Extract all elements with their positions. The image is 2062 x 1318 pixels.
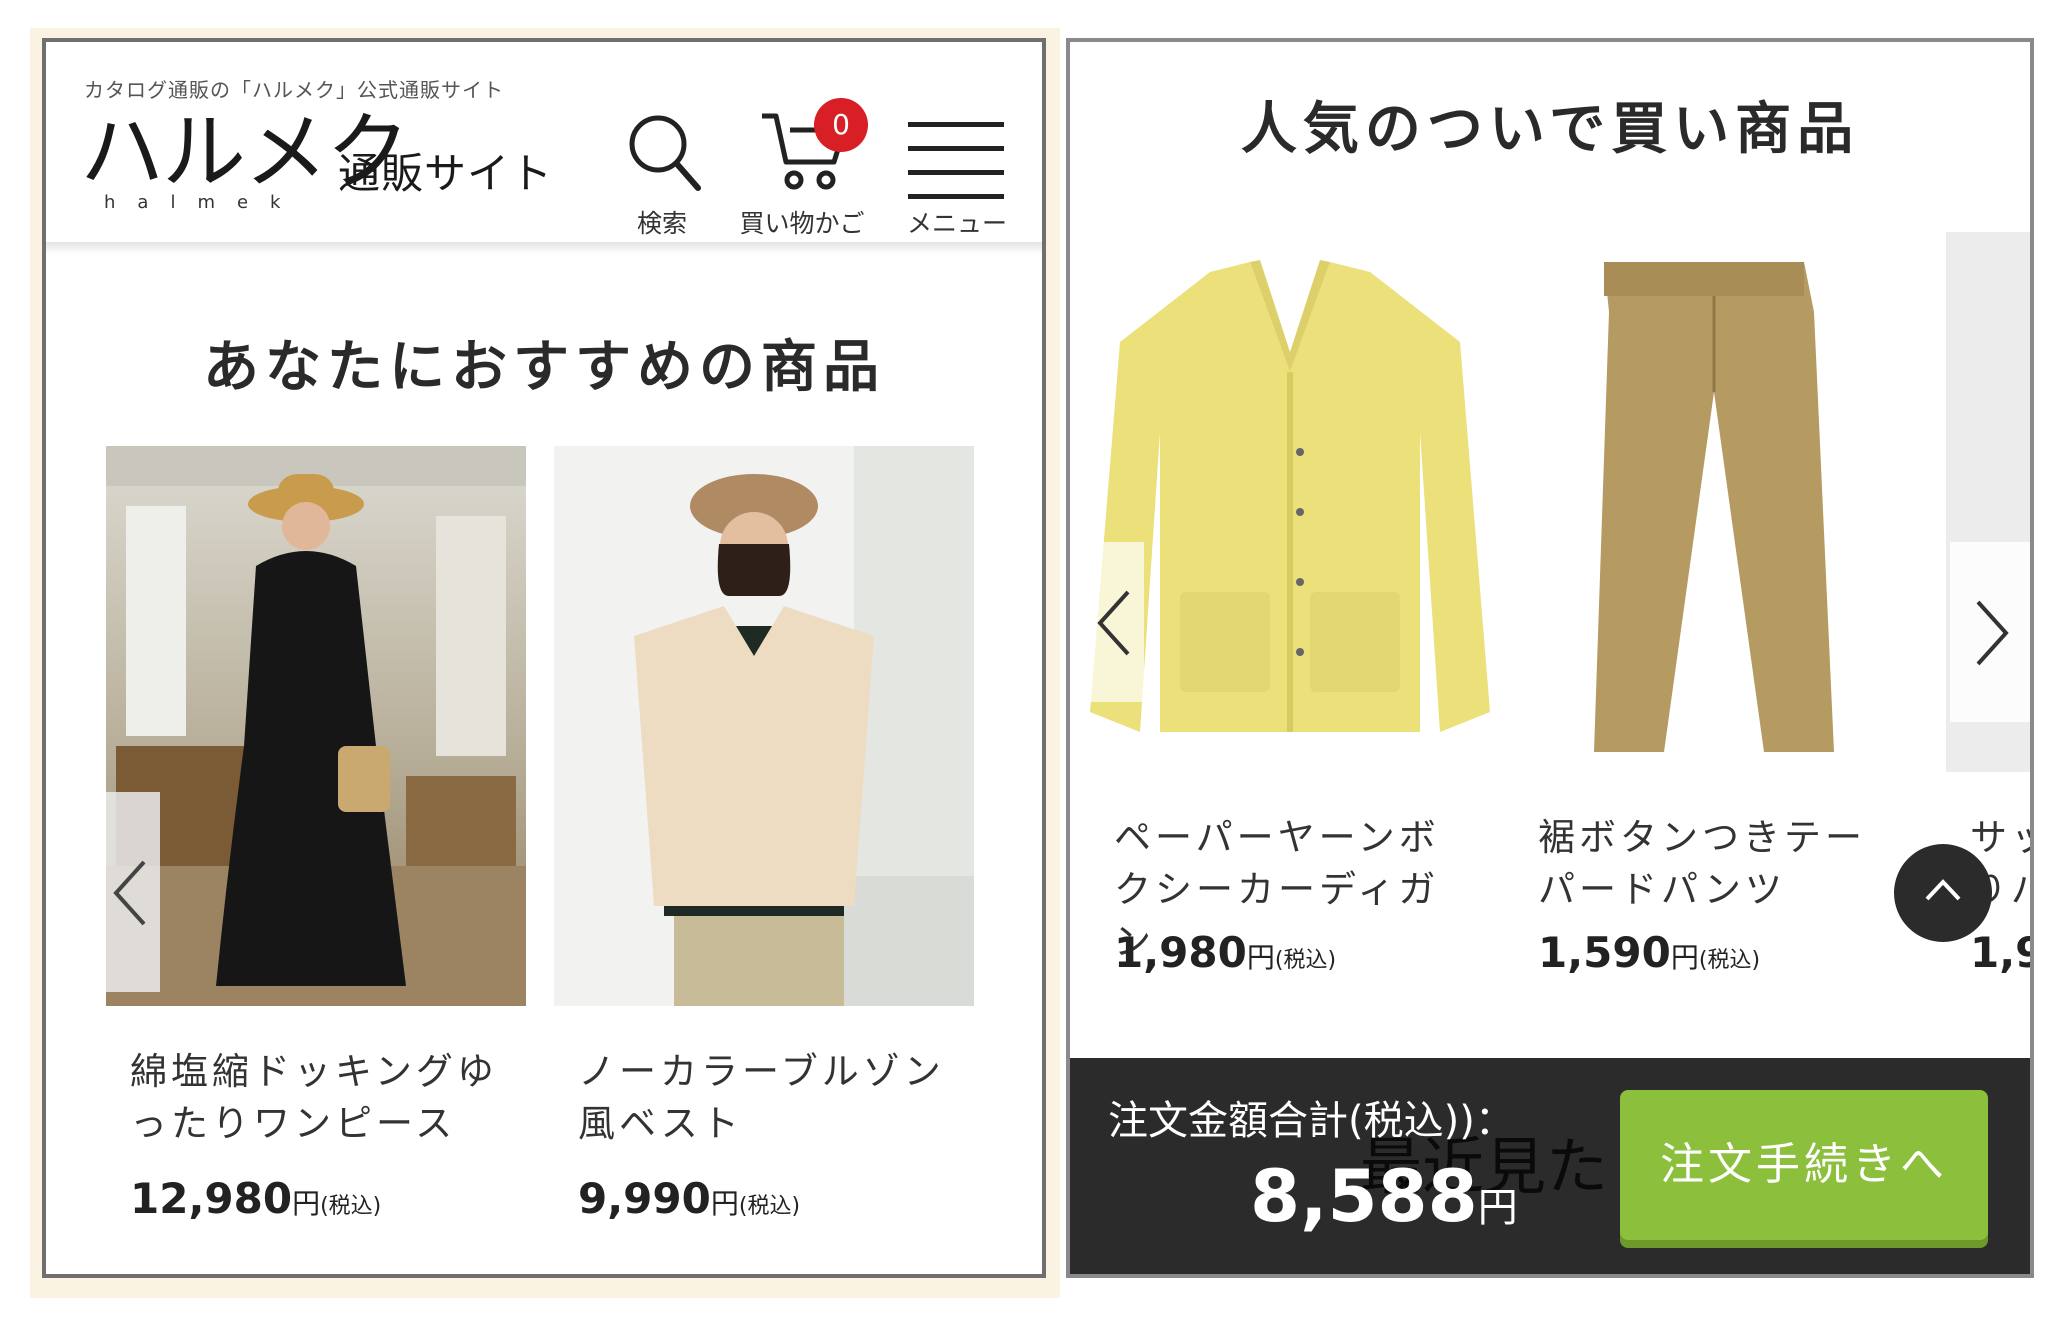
order-total-amount: 8,588円 xyxy=(1250,1154,1518,1238)
carousel-prev-button[interactable] xyxy=(1090,542,1144,702)
cart-button[interactable]: 0 買い物かご xyxy=(722,86,882,238)
order-summary-bar: 最近見た 注文金額合計(税込))： 8,588円 注文手続きへ xyxy=(1070,1058,2030,1274)
logo-subtitle: 通販サイト xyxy=(338,149,554,198)
chevron-left-icon xyxy=(1097,590,1130,656)
hamburger-menu-icon xyxy=(908,122,1004,199)
product-image[interactable] xyxy=(1090,252,1490,772)
search-label: 検索 xyxy=(636,209,687,238)
carousel-next-button[interactable] xyxy=(1950,542,2030,722)
logo-roman: halmek xyxy=(104,192,303,213)
scroll-to-top-button[interactable] xyxy=(1894,844,1992,942)
product-card[interactable]: 綿塩縮ドッキングゆったりワンピース 12,980円(税込) xyxy=(106,446,526,1223)
product-card[interactable]: ノーカラーブルゾン風ベスト 9,990円(税込) xyxy=(554,446,974,1223)
product-price: 9,990円(税込) xyxy=(578,1174,801,1223)
product-name[interactable]: 綿塩縮ドッキングゆったりワンピース xyxy=(130,1046,510,1150)
product-card[interactable]: 裾ボタンつきテーパードパンツ 1,590円(税込) xyxy=(1514,252,1914,1032)
product-photo-beige-vest xyxy=(554,446,974,1006)
product-image[interactable] xyxy=(554,446,974,1006)
chevron-right-icon xyxy=(1976,600,2009,666)
product-photo-black-dress xyxy=(106,446,526,1006)
right-screenshot: 人気のついで買い商品 ペーパーヤーンボクシーカーディガン 1,980円(税込) xyxy=(1066,38,2034,1278)
product-price: 12,980円(税込) xyxy=(130,1174,382,1223)
product-name[interactable]: ノーカラーブルゾン風ベスト xyxy=(578,1046,958,1150)
cart-label: 買い物かご xyxy=(739,209,865,238)
site-tagline: カタログ通販の「ハルメク」公式通販サイト xyxy=(84,78,504,102)
menu-button[interactable]: メニュー xyxy=(892,86,1022,238)
chevron-left-icon xyxy=(113,860,146,926)
popular-addon-section-title: 人気のついで買い商品 xyxy=(1240,97,1860,162)
left-screenshot: カタログ通販の「ハルメク」公式通販サイト ハルメク 通販サイト halmek 検… xyxy=(42,38,1046,1278)
search-button[interactable]: 検索 xyxy=(612,86,712,238)
product-price: 1,590円(税込) xyxy=(1538,928,1761,977)
product-image[interactable] xyxy=(106,446,526,1006)
chevron-up-icon xyxy=(1925,879,1961,901)
order-total-label: 注文金額合計(税込))： xyxy=(1108,1098,1515,1144)
cart-count-badge: 0 xyxy=(814,98,868,152)
product-photo-yellow-cardigan xyxy=(1090,252,1490,772)
checkout-button[interactable]: 注文手続きへ xyxy=(1620,1090,1988,1240)
recommended-section-title: あなたにおすすめの商品 xyxy=(203,335,885,400)
site-header: カタログ通販の「ハルメク」公式通販サイト ハルメク 通販サイト halmek 検… xyxy=(46,42,1042,242)
menu-label: メニュー xyxy=(906,209,1007,238)
header-divider xyxy=(46,242,1042,254)
product-price: 1,9 xyxy=(1970,928,2030,977)
product-name[interactable]: 裾ボタンつきテーパードパンツ xyxy=(1538,812,1898,916)
carousel-prev-button[interactable] xyxy=(106,792,160,992)
search-icon xyxy=(629,115,701,191)
product-price: 1,980円(税込) xyxy=(1114,928,1337,977)
product-photo-khaki-pants xyxy=(1514,252,1914,772)
product-image[interactable] xyxy=(1514,252,1914,772)
product-card[interactable]: ペーパーヤーンボクシーカーディガン 1,980円(税込) xyxy=(1090,252,1490,1032)
